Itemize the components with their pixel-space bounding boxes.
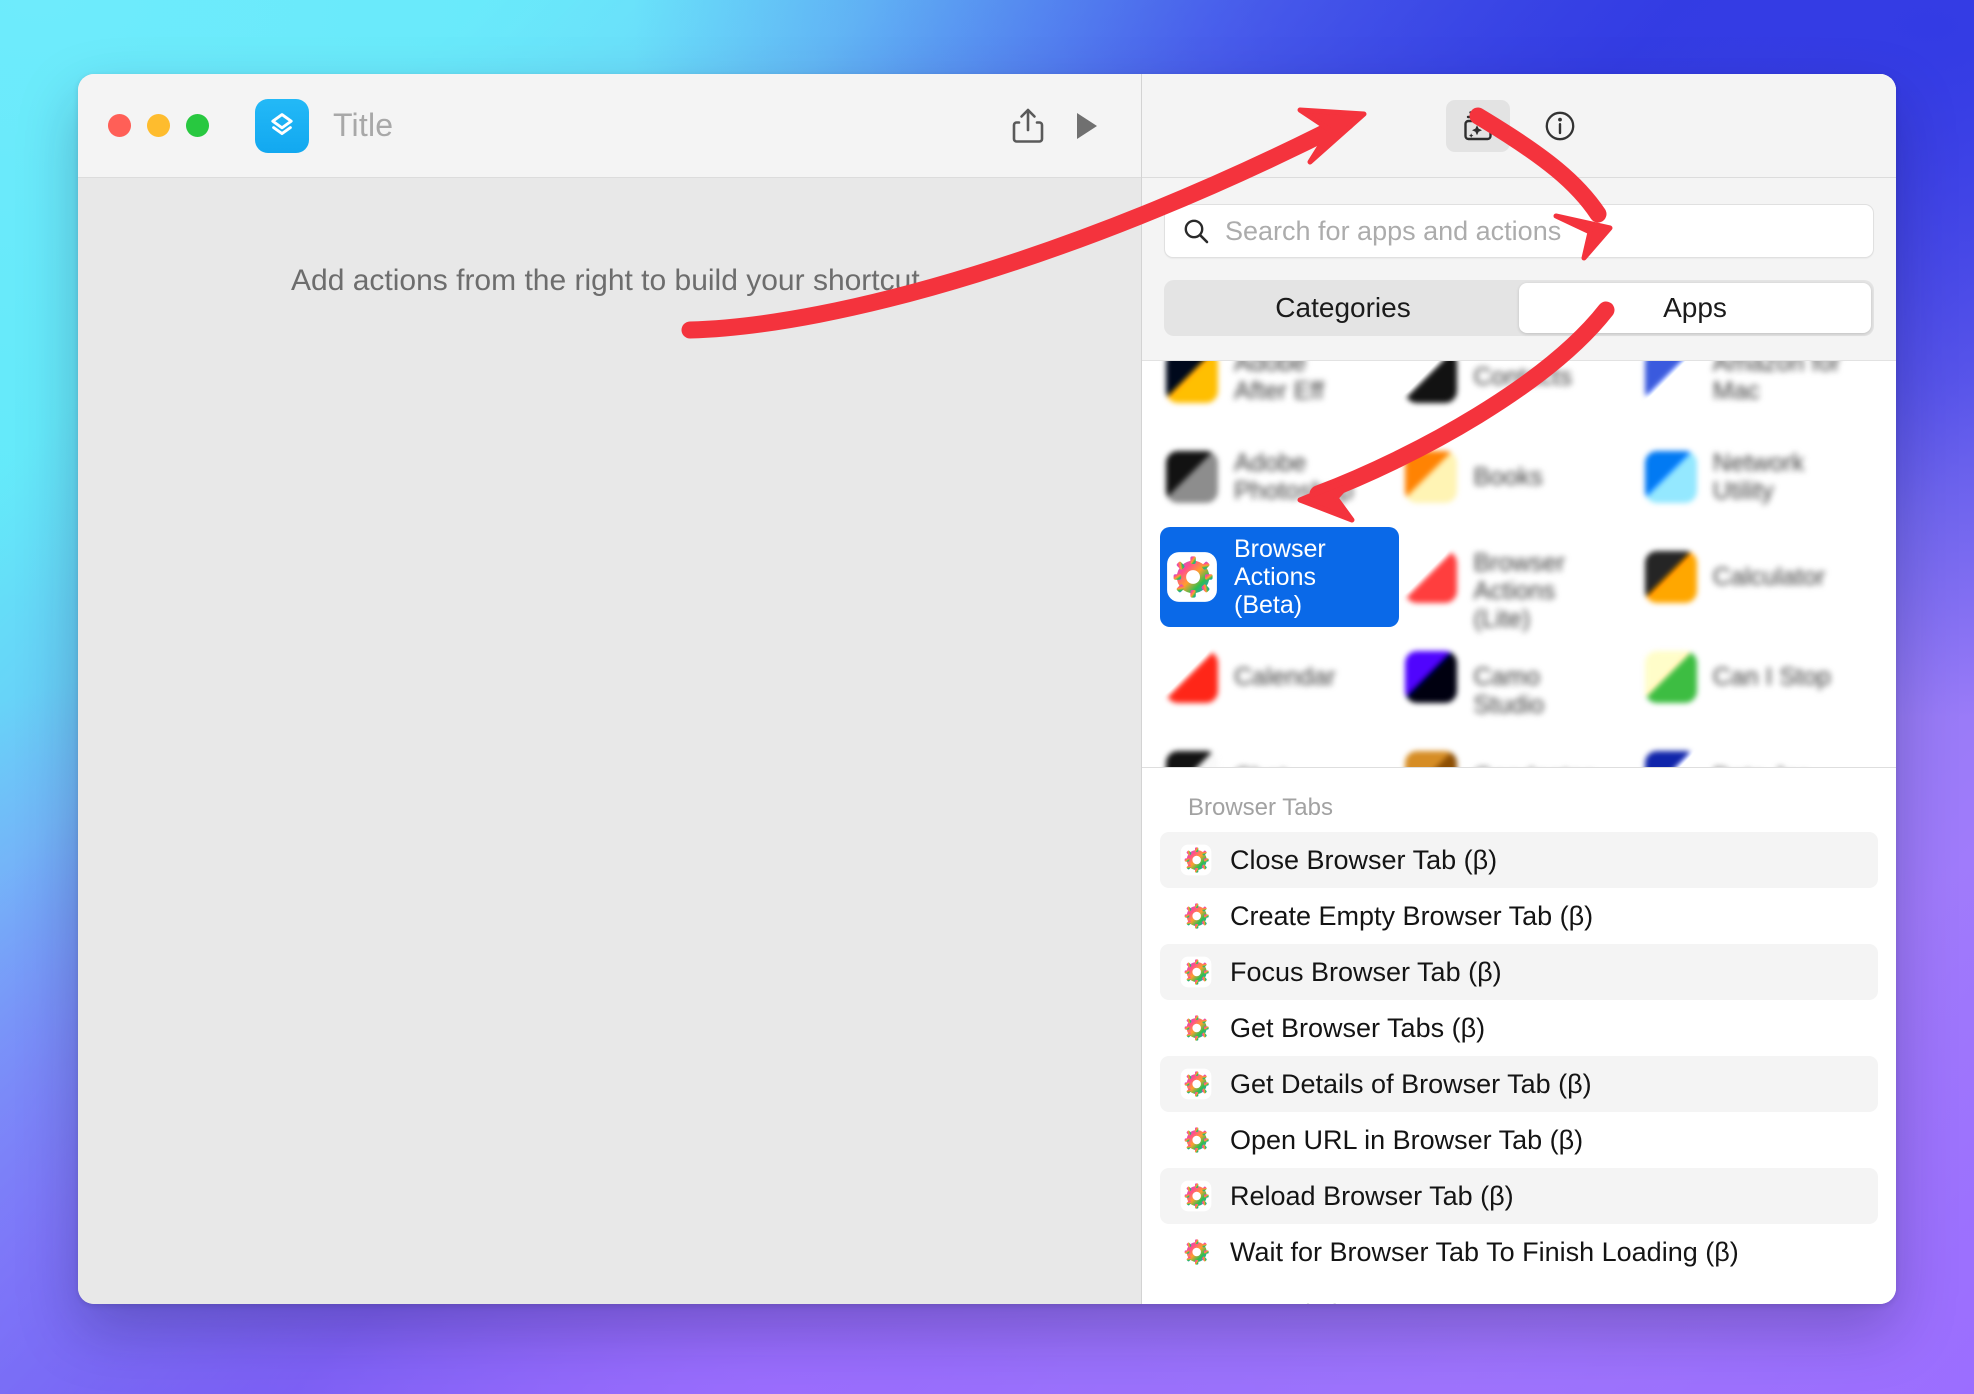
app-icon (1644, 451, 1697, 503)
app-name: Browser Actions (Lite) (1473, 549, 1632, 605)
app-icon (1166, 651, 1218, 703)
app-name: Data Jar (1713, 763, 1807, 767)
action-list-item-label: Get Details of Browser Tab (β) (1230, 1068, 1592, 1099)
empty-canvas-hint: Add actions from the right to build your… (291, 264, 928, 297)
app-name: Contacts (1473, 363, 1572, 391)
app-icon (1405, 751, 1458, 767)
app-name: Chat (1234, 763, 1287, 767)
app-name: Goodnotes (1473, 763, 1595, 767)
search-placeholder: Search for apps and actions (1225, 215, 1562, 246)
action-list-item[interactable]: Reload Browser Tab (β) (1160, 1168, 1878, 1224)
app-cell[interactable]: Books (1399, 427, 1638, 527)
tab-categories[interactable]: Categories (1167, 283, 1519, 333)
app-grid-scroll-area[interactable]: Adobe After Eff Contacts Amazon for Mac Ado… (1142, 360, 1896, 768)
traffic-lights (108, 114, 209, 137)
action-library-button[interactable] (1446, 99, 1510, 152)
app-cell[interactable]: Adobe Photoshop (1160, 427, 1399, 527)
app-icon (1405, 651, 1458, 703)
action-section-header-partial: Browser Windows (1160, 1280, 1878, 1304)
app-icon (1405, 551, 1458, 603)
action-list-item-label: Open URL in Browser Tab (β) (1230, 1124, 1584, 1155)
action-list-item[interactable]: Create Empty Browser Tab (β) (1160, 888, 1878, 944)
app-icon (1644, 361, 1697, 403)
app-name: Camo Studio (1473, 663, 1618, 691)
app-name: Can I Stop (1713, 663, 1831, 691)
app-icon (1644, 651, 1697, 703)
search-field[interactable]: Search for apps and actions (1164, 204, 1874, 258)
app-cell[interactable]: Calendar (1160, 627, 1399, 727)
minimize-window-button[interactable] (147, 114, 170, 137)
app-cell[interactable]: Network Utility (1639, 427, 1878, 527)
action-list-item[interactable]: Get Browser Tabs (β) (1160, 1000, 1878, 1056)
window-titlebar: Title (78, 74, 1141, 178)
app-cell-selected[interactable]: Browser Actions (Beta) (1160, 527, 1400, 627)
library-segmented-control: Categories Apps (1164, 280, 1874, 336)
app-cell[interactable]: Calculator (1639, 527, 1878, 627)
action-list-item-label: Wait for Browser Tab To Finish Loading (… (1230, 1236, 1739, 1267)
tab-apps[interactable]: Apps (1519, 283, 1871, 333)
app-icon (1166, 451, 1218, 503)
action-list-item[interactable]: Wait for Browser Tab To Finish Loading (… (1160, 1224, 1878, 1280)
shortcut-details-button[interactable] (1528, 100, 1592, 152)
app-name: Browser Actions (Beta) (1234, 535, 1326, 619)
app-icon (1644, 551, 1697, 603)
app-cell[interactable]: Goodnotes (1399, 727, 1638, 767)
action-list-item-label: Create Empty Browser Tab (β) (1230, 900, 1594, 931)
zoom-window-button[interactable] (186, 114, 209, 137)
browser-actions-icon (1167, 552, 1217, 602)
app-name: Calendar (1234, 663, 1335, 691)
app-name: Adobe Photoshop (1234, 449, 1393, 505)
action-list-item[interactable]: Get Details of Browser Tab (β) (1160, 1056, 1878, 1112)
library-header (1142, 74, 1896, 178)
action-list-item[interactable]: Close Browser Tab (β) (1160, 832, 1878, 888)
app-icon (1166, 361, 1218, 403)
shortcuts-window: Title Add actions from the right to buil… (78, 74, 1896, 1304)
app-cell[interactable]: Contacts (1399, 361, 1638, 427)
app-icon (1644, 751, 1697, 767)
browser-actions-icon (1180, 900, 1212, 932)
shortcut-canvas[interactable]: Add actions from the right to build your… (78, 178, 1141, 1304)
app-name: Amazon for Mac (1713, 361, 1872, 405)
shortcuts-app-icon (255, 98, 309, 153)
action-list-item-label: Focus Browser Tab (β) (1230, 956, 1502, 987)
browser-actions-icon (1180, 1180, 1212, 1212)
app-cell[interactable]: Chat (1160, 727, 1399, 767)
browser-actions-icon (1180, 1068, 1212, 1100)
share-button[interactable] (999, 97, 1057, 155)
app-icon (1405, 451, 1458, 503)
action-list-item[interactable]: Open URL in Browser Tab (β) (1160, 1112, 1878, 1168)
action-list-item[interactable]: Focus Browser Tab (β) (1160, 944, 1878, 1000)
app-name: Calculator (1713, 563, 1826, 591)
shortcut-title[interactable]: Title (333, 107, 393, 144)
action-library-pane: Search for apps and actions Categories A… (1142, 74, 1896, 1304)
browser-actions-icon (1180, 1012, 1212, 1044)
app-name: Adobe After Eff (1234, 361, 1393, 405)
app-cell[interactable]: Data Jar (1639, 727, 1878, 767)
browser-actions-icon (1180, 844, 1212, 876)
app-cell[interactable]: Camo Studio (1399, 627, 1638, 727)
close-window-button[interactable] (108, 114, 131, 137)
app-cell[interactable]: Browser Actions (Lite) (1399, 527, 1638, 627)
action-list: Browser Tabs Close Browser Tab (β) Create … (1142, 768, 1896, 1304)
app-cell[interactable]: Can I Stop (1639, 627, 1878, 727)
run-shortcut-button[interactable] (1057, 97, 1115, 155)
browser-actions-icon (1180, 956, 1212, 988)
action-list-item-label: Get Browser Tabs (β) (1230, 1012, 1486, 1043)
app-cell[interactable]: Adobe After Eff (1160, 361, 1399, 427)
app-icon (1166, 751, 1218, 767)
search-icon (1184, 219, 1209, 244)
shortcut-editor-pane: Title Add actions from the right to buil… (78, 74, 1142, 1304)
app-name: Books (1473, 463, 1542, 491)
browser-actions-icon (1180, 1236, 1212, 1268)
action-section-header: Browser Tabs (1188, 794, 1333, 821)
action-list-item-label: Close Browser Tab (β) (1230, 844, 1498, 875)
action-list-item-label: Reload Browser Tab (β) (1230, 1180, 1514, 1211)
app-icon (1405, 361, 1458, 403)
app-grid: Adobe After Eff Contacts Amazon for Mac Ado… (1142, 361, 1896, 767)
app-name: Network Utility (1713, 449, 1872, 505)
browser-actions-icon (1180, 1124, 1212, 1156)
app-cell[interactable]: Amazon for Mac (1639, 361, 1878, 427)
